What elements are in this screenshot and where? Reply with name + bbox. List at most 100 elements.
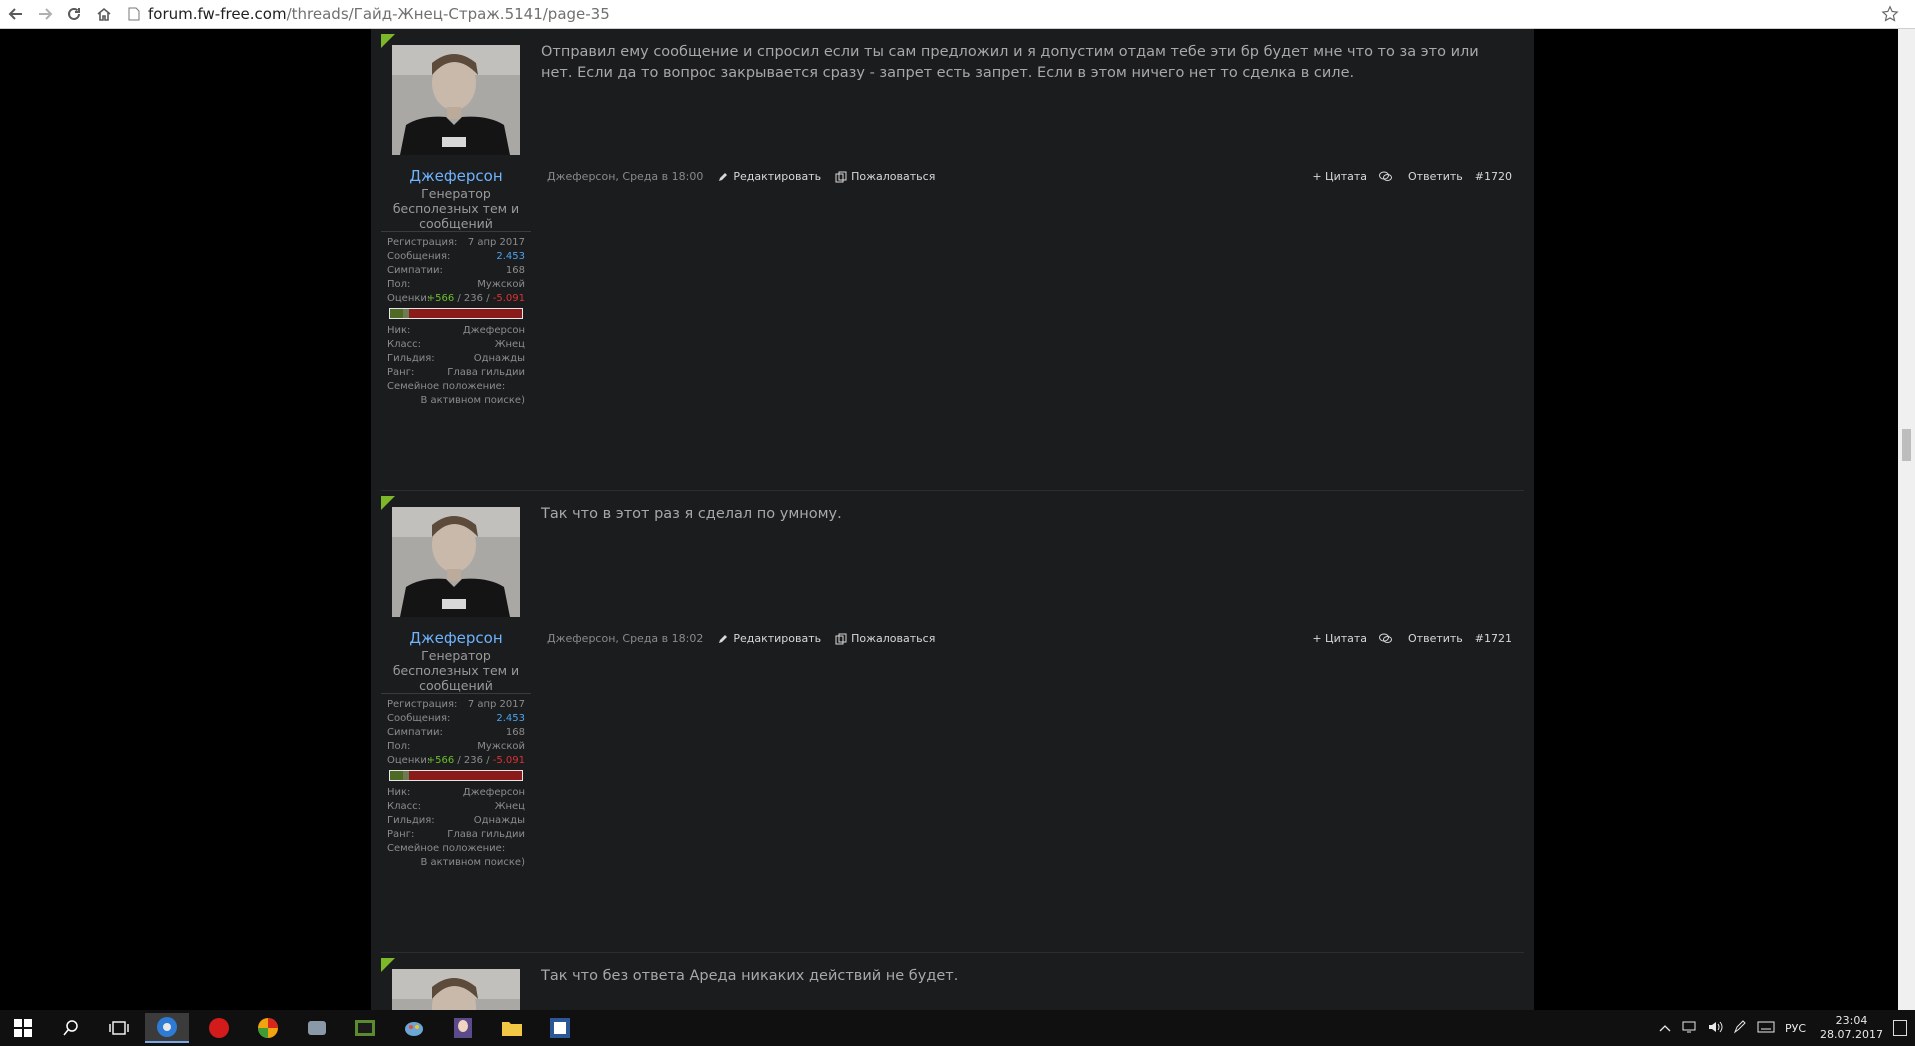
clock-date: 28.07.2017 [1820, 1028, 1883, 1041]
browser-app-icon[interactable] [246, 1013, 290, 1043]
post-1721: Джеферсон Генератор бесполезных тем и со… [381, 496, 1524, 896]
stat-family-label: Семейное положение: [387, 843, 506, 854]
post-message: Отправил ему сообщение и спросил если ты… [541, 44, 1479, 81]
pen-icon[interactable] [1733, 1019, 1747, 1037]
keyboard-icon[interactable] [1757, 1021, 1775, 1036]
word-app-icon[interactable] [538, 1013, 582, 1043]
tray-overflow-icon[interactable] [1659, 1022, 1671, 1035]
stat-messages: Сообщения: 2.453 [387, 713, 525, 724]
reply-button[interactable]: Ответить [1379, 170, 1463, 183]
stat-ratings: Оценки: +566 / 236 / -5.091 [387, 755, 525, 766]
stat-gender: Пол: Мужской [387, 741, 525, 752]
page-scrollbar[interactable] [1898, 29, 1915, 1010]
stat-likes: Симпатии: 168 [387, 265, 525, 276]
report-icon [835, 171, 847, 182]
post-meta: Джеферсон, Среда в 18:02 Редактировать П… [547, 632, 935, 645]
page-viewport: Джеферсон Генератор бесполезных тем и со… [0, 29, 1915, 1010]
pencil-icon [719, 634, 728, 643]
stat-guild: Гильдия: Однажды [387, 815, 525, 826]
post-byline[interactable]: Джеферсон, Среда в 18:02 [547, 632, 703, 645]
rating-neutral-fill [403, 309, 410, 318]
chrome-app-icon[interactable] [145, 1013, 189, 1043]
avatar[interactable] [392, 45, 520, 155]
thread-content: Джеферсон Генератор бесполезных тем и со… [371, 29, 1534, 1010]
post-number[interactable]: #1721 [1475, 632, 1512, 645]
url-host: forum.fw-free.com [148, 5, 287, 23]
edit-button[interactable]: Редактировать [717, 632, 821, 645]
page-icon [128, 7, 140, 21]
stat-nick: Ник: Джеферсон [387, 325, 525, 336]
rating-neutral-fill [403, 771, 410, 780]
post-actions: + Цитата Ответить #1721 [1300, 632, 1512, 645]
post-1722: Так что без ответа Ареда никаких действи… [381, 958, 1524, 1010]
notifications-icon[interactable] [1893, 1020, 1907, 1036]
pencil-icon [719, 172, 728, 181]
stat-registration: Регистрация: 7 апр 2017 [387, 237, 525, 248]
windows-start-icon[interactable] [1, 1013, 45, 1043]
speech-bubbles-icon [1379, 633, 1393, 643]
taskbar: РУС 23:04 28.07.2017 [0, 1010, 1915, 1046]
username[interactable]: Джеферсон [381, 167, 531, 185]
stat-rank: Ранг: Глава гильдии [387, 367, 525, 378]
stat-registration: Регистрация: 7 апр 2017 [387, 699, 525, 710]
quote-button[interactable]: + Цитата [1312, 632, 1367, 645]
clock-time: 23:04 [1835, 1014, 1868, 1027]
user-info-divider [381, 231, 531, 232]
username[interactable]: Джеферсон [381, 629, 531, 647]
browser-toolbar: forum.fw-free.com/threads/Гайд-Жнец-Стра… [0, 0, 1915, 29]
quote-button[interactable]: + Цитата [1312, 170, 1367, 183]
post-meta: Джеферсон, Среда в 18:00 Редактировать П… [547, 170, 935, 183]
clock[interactable]: 23:04 28.07.2017 [1820, 1014, 1883, 1042]
user-title: Генератор бесполезных тем и сообщений [392, 186, 520, 231]
folder-app-icon[interactable] [490, 1013, 534, 1043]
report-button[interactable]: Пожаловаться [835, 170, 935, 183]
system-tray: РУС 23:04 28.07.2017 [1659, 1010, 1915, 1046]
stat-class: Класс: Жнец [387, 339, 525, 350]
rating-bar [389, 308, 523, 319]
report-button[interactable]: Пожаловаться [835, 632, 935, 645]
back-icon[interactable] [5, 3, 27, 25]
volume-icon[interactable] [1707, 1020, 1723, 1037]
post-number[interactable]: #1720 [1475, 170, 1512, 183]
stat-ratings: Оценки: +566 / 236 / -5.091 [387, 293, 525, 304]
post-message: Так что в этот раз я сделал по умному. [541, 506, 842, 522]
language-indicator[interactable]: РУС [1785, 1022, 1806, 1035]
record-app-icon[interactable] [197, 1013, 241, 1043]
forward-icon[interactable] [34, 3, 56, 25]
game-app-icon[interactable] [295, 1013, 339, 1043]
paint-app-icon[interactable] [392, 1013, 436, 1043]
reload-icon[interactable] [63, 3, 85, 25]
post-message: Так что без ответа Ареда никаких действи… [541, 968, 959, 984]
post-separator [381, 952, 1524, 953]
stat-messages: Сообщения: 2.453 [387, 251, 525, 262]
network-icon[interactable] [1681, 1020, 1697, 1037]
rating-positive-fill [390, 309, 404, 318]
stat-rank: Ранг: Глава гильдии [387, 829, 525, 840]
avatar-app-icon[interactable] [441, 1013, 485, 1043]
edit-button[interactable]: Редактировать [717, 170, 821, 183]
post-byline[interactable]: Джеферсон, Среда в 18:00 [547, 170, 703, 183]
rating-bar [389, 770, 523, 781]
search-icon[interactable] [49, 1013, 93, 1043]
post-actions: + Цитата Ответить #1720 [1300, 170, 1512, 183]
rating-positive-fill [390, 771, 404, 780]
nvidia-app-icon[interactable] [343, 1013, 387, 1043]
stat-gender: Пол: Мужской [387, 279, 525, 290]
avatar[interactable] [392, 969, 520, 1010]
report-icon [835, 633, 847, 644]
stat-family-value: В активном поиске) [420, 395, 525, 406]
avatar[interactable] [392, 507, 520, 617]
user-title: Генератор бесполезных тем и сообщений [392, 648, 520, 693]
bookmark-star-icon[interactable] [1879, 3, 1901, 25]
user-info-divider [381, 693, 531, 694]
stat-family-value: В активном поиске) [420, 857, 525, 868]
stat-guild: Гильдия: Однажды [387, 353, 525, 364]
reply-button[interactable]: Ответить [1379, 632, 1463, 645]
home-icon[interactable] [93, 3, 115, 25]
stat-class: Класс: Жнец [387, 801, 525, 812]
task-view-icon[interactable] [97, 1013, 141, 1043]
address-bar[interactable]: forum.fw-free.com/threads/Гайд-Жнец-Стра… [128, 2, 1882, 26]
post-separator [381, 490, 1524, 491]
url-path: /threads/Гайд-Жнец-Страж.5141/page-35 [286, 5, 610, 23]
scrollbar-thumb[interactable] [1902, 429, 1911, 461]
